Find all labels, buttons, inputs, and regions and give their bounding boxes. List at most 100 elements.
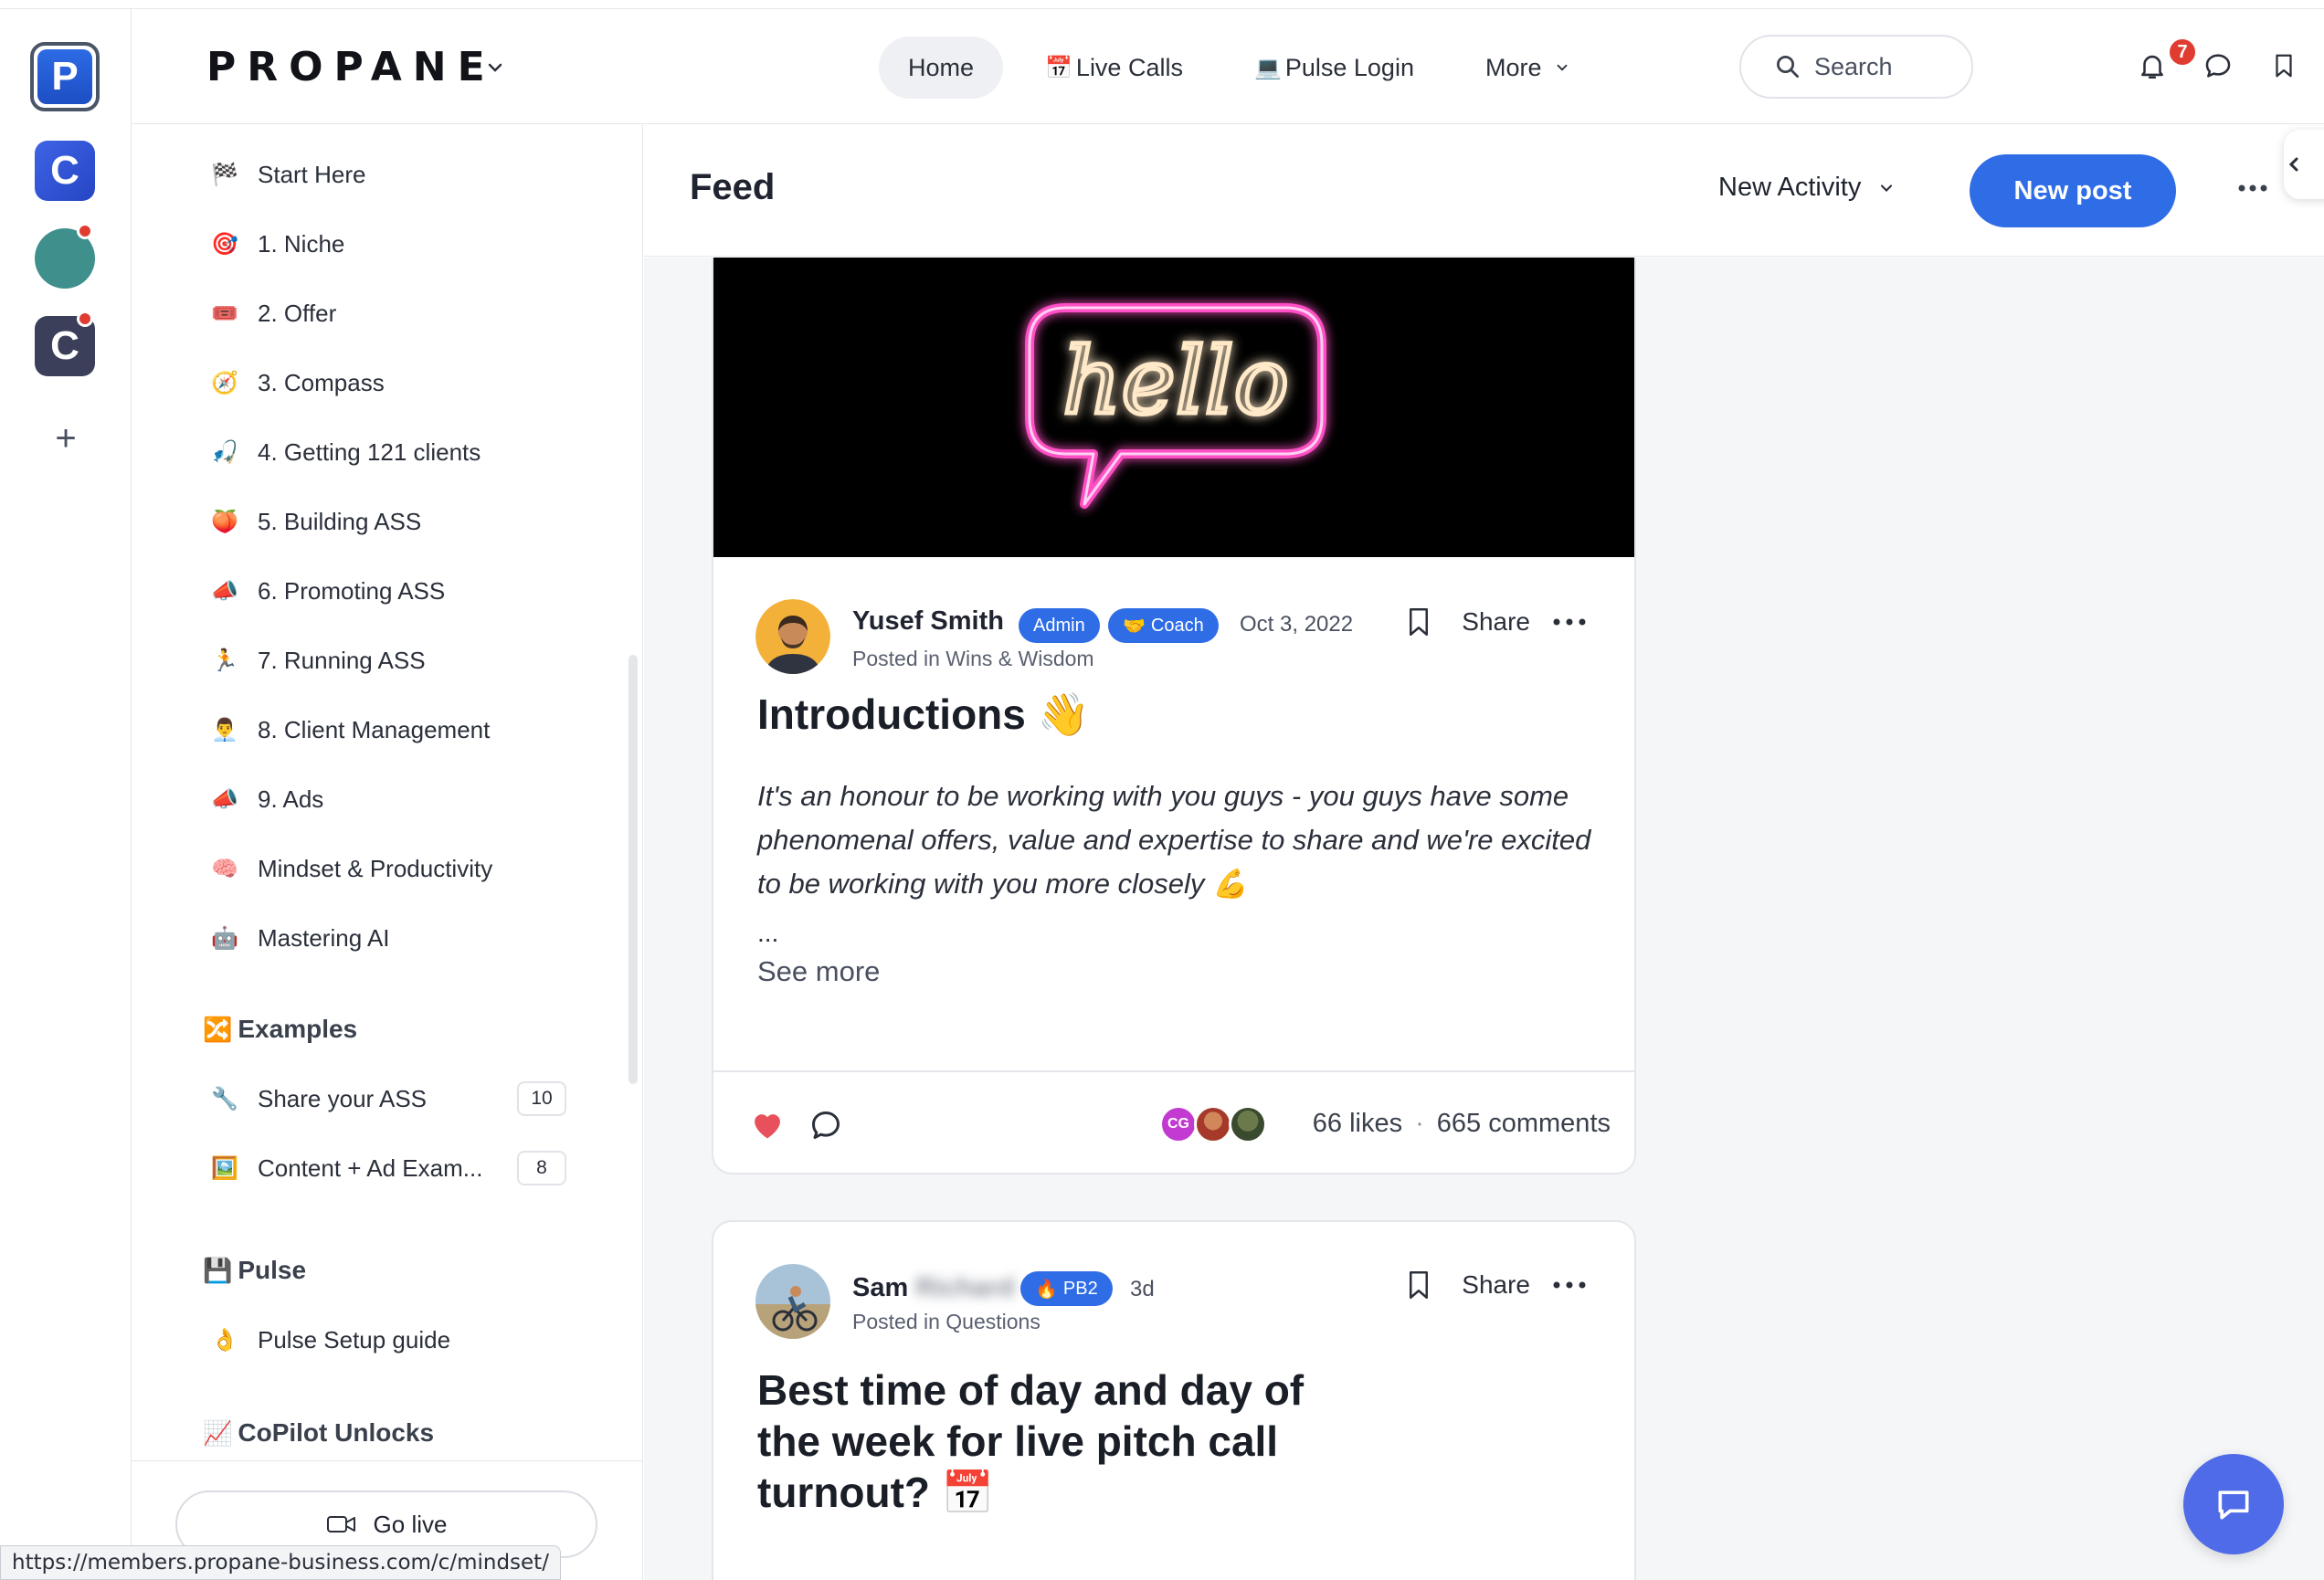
sidebar-item-mindset[interactable]: 🧠 Mindset & Productivity	[205, 843, 492, 894]
unread-dot	[77, 311, 93, 327]
sidebar-item-getting-clients[interactable]: 🎣 4. Getting 121 clients	[205, 427, 481, 478]
office-worker-icon: 👨‍💼	[211, 717, 238, 743]
community-propane[interactable]: P	[30, 42, 100, 111]
floppy-disk-icon: 💾	[203, 1256, 233, 1284]
fire-icon: 🔥	[1035, 1279, 1058, 1300]
compass-icon: 🧭	[211, 370, 238, 395]
nav-home-label: Home	[908, 53, 975, 81]
handshake-icon: 🤝	[1123, 616, 1146, 637]
add-community-icon[interactable]: +	[48, 420, 84, 457]
likes-count[interactable]: 66 likes	[1313, 1109, 1402, 1139]
go-live-label: Go live	[373, 1510, 448, 1538]
bell-icon	[2141, 55, 2163, 79]
new-post-button[interactable]: New post	[1970, 154, 2176, 227]
sidebar-item-label: 2. Offer	[258, 299, 337, 327]
comment-icon[interactable]	[808, 1109, 843, 1142]
author-avatar[interactable]	[755, 1264, 830, 1339]
unread-count-badge: 10	[517, 1081, 566, 1116]
post-date[interactable]: Oct 3, 2022	[1240, 612, 1353, 637]
link-status-bar: https://members.propane-business.com/c/m…	[0, 1545, 561, 1580]
post-title[interactable]: Best time of day and day of the week for…	[757, 1364, 1360, 1518]
coach-badge-label: Coach	[1150, 615, 1204, 636]
sidebar-item-share-your-ass[interactable]: 🔧 Share your ASS	[205, 1073, 427, 1124]
sidebar-item-offer[interactable]: 🎟️ 2. Offer	[205, 288, 336, 339]
main-nav: Home 📅 Live Calls 💻 Pulse Login More	[879, 37, 1612, 99]
post-card[interactable]: Sam Richard 🔥 PB2 3d Posted in Questions …	[712, 1220, 1636, 1580]
sidebar-item-label: Pulse Setup guide	[258, 1325, 451, 1354]
sidebar-heading-examples[interactable]: 🔀 Examples	[203, 1015, 357, 1044]
sidebar-item-start-here[interactable]: 🏁 Start Here	[205, 149, 365, 200]
sidebar-item-pulse-setup-guide[interactable]: 👌 Pulse Setup guide	[205, 1314, 450, 1365]
chat-icon	[2218, 1490, 2249, 1520]
sidebar-heading-pulse[interactable]: 💾 Pulse	[203, 1256, 306, 1285]
share-button[interactable]: Share	[1462, 1270, 1530, 1300]
search-button[interactable]: Search	[1739, 35, 1973, 99]
chevron-down-icon	[1881, 184, 1893, 192]
nav-pulse-login-label: Pulse Login	[1284, 53, 1414, 81]
sidebar-item-content-ad-examples[interactable]: 🖼️ Content + Ad Exam...	[205, 1143, 482, 1194]
nav-live-calls[interactable]: 📅 Live Calls	[1016, 37, 1212, 99]
bookmark-icon[interactable]	[1405, 1268, 1432, 1302]
sidebar-item-label: 7. Running ASS	[258, 646, 426, 674]
nav-more[interactable]: More	[1456, 37, 1600, 99]
posted-in-space[interactable]: Posted in Questions	[852, 1310, 1041, 1334]
bookmark-icon[interactable]	[1405, 605, 1432, 639]
more-options-icon[interactable]	[2237, 184, 2268, 193]
nav-pulse-login[interactable]: 💻 Pulse Login	[1225, 37, 1443, 99]
sidebar-item-ads[interactable]: 📣 9. Ads	[205, 774, 323, 825]
post-footer: CG 66 likes · 665 comments	[713, 1070, 1634, 1173]
chat-support-button[interactable]	[2183, 1454, 2284, 1554]
author-avatar-image	[755, 1264, 830, 1339]
coach-badge: 🤝 Coach	[1108, 608, 1219, 643]
sidebar-item-label: 6. Promoting ASS	[258, 576, 446, 605]
liker-avatar	[1229, 1105, 1267, 1143]
sidebar-heading-copilot-unlocks[interactable]: 📈 CoPilot Unlocks	[203, 1418, 434, 1448]
sidebar-item-label: 3. Compass	[258, 368, 385, 396]
sidebar-item-building-ass[interactable]: 🍑 5. Building ASS	[205, 496, 421, 547]
sort-dropdown[interactable]: New Activity	[1718, 173, 1896, 203]
post-truncation: ...	[757, 919, 779, 947]
unread-count-badge: 8	[517, 1151, 566, 1185]
bookmarks-button[interactable]	[2264, 46, 2304, 86]
sidebar-item-client-management[interactable]: 👨‍💼 8. Client Management	[205, 704, 490, 755]
collapse-panel-tab[interactable]	[2284, 130, 2324, 199]
heart-icon[interactable]	[750, 1109, 785, 1140]
chevron-down-icon[interactable]	[484, 57, 506, 79]
nav-live-calls-label: Live Calls	[1075, 53, 1183, 81]
post-cover-image: hello	[713, 258, 1634, 557]
post-date[interactable]: 3d	[1130, 1277, 1155, 1302]
checkered-flag-icon: 🏁	[211, 162, 238, 187]
sidebar-heading-label: Examples	[238, 1015, 358, 1043]
community-copilot[interactable]: C	[35, 141, 95, 201]
author-avatar[interactable]	[755, 599, 830, 674]
post-card[interactable]: hello Yusef Smith Admin 🤝 Coach Oct 3, 20…	[712, 258, 1636, 1174]
more-options-icon[interactable]	[1552, 617, 1587, 627]
likers-avatars[interactable]: CG	[1159, 1105, 1267, 1143]
community-propane-logo: P	[37, 49, 92, 104]
share-button[interactable]: Share	[1462, 607, 1530, 637]
sidebar-item-label: Mastering AI	[258, 923, 390, 952]
sidebar-item-promoting-ass[interactable]: 📣 6. Promoting ASS	[205, 565, 445, 616]
brand-name[interactable]: PROPANE	[206, 44, 496, 90]
comments-count[interactable]: 665 comments	[1437, 1109, 1611, 1139]
nav-home[interactable]: Home	[879, 37, 1004, 99]
post-actions: Share	[1405, 1268, 1587, 1302]
search-icon	[1777, 56, 1799, 78]
post-title[interactable]: Introductions 👋	[757, 689, 1090, 740]
author-name[interactable]: Sam Richard	[852, 1273, 1014, 1303]
feed-header: Feed New Activity New post	[644, 125, 2324, 257]
sidebar-item-compass[interactable]: 🧭 3. Compass	[205, 357, 385, 408]
messages-button[interactable]	[2198, 46, 2238, 86]
see-more-link[interactable]: See more	[757, 955, 880, 988]
sidebar-item-mastering-ai[interactable]: 🤖 Mastering AI	[205, 912, 390, 964]
author-last-name-blurred: Richard	[915, 1273, 1015, 1302]
posted-in-space[interactable]: Posted in Wins & Wisdom	[852, 647, 1094, 671]
sidebar-heading-label: Pulse	[238, 1256, 307, 1284]
author-name[interactable]: Yusef Smith	[852, 606, 1004, 637]
sidebar-scrollbar[interactable]	[629, 655, 638, 1084]
sidebar-item-niche[interactable]: 🎯 1. Niche	[205, 218, 344, 269]
runner-icon: 🏃	[211, 648, 238, 673]
nav-more-label: More	[1484, 53, 1542, 81]
more-options-icon[interactable]	[1552, 1280, 1587, 1290]
sidebar-item-running-ass[interactable]: 🏃 7. Running ASS	[205, 635, 426, 686]
